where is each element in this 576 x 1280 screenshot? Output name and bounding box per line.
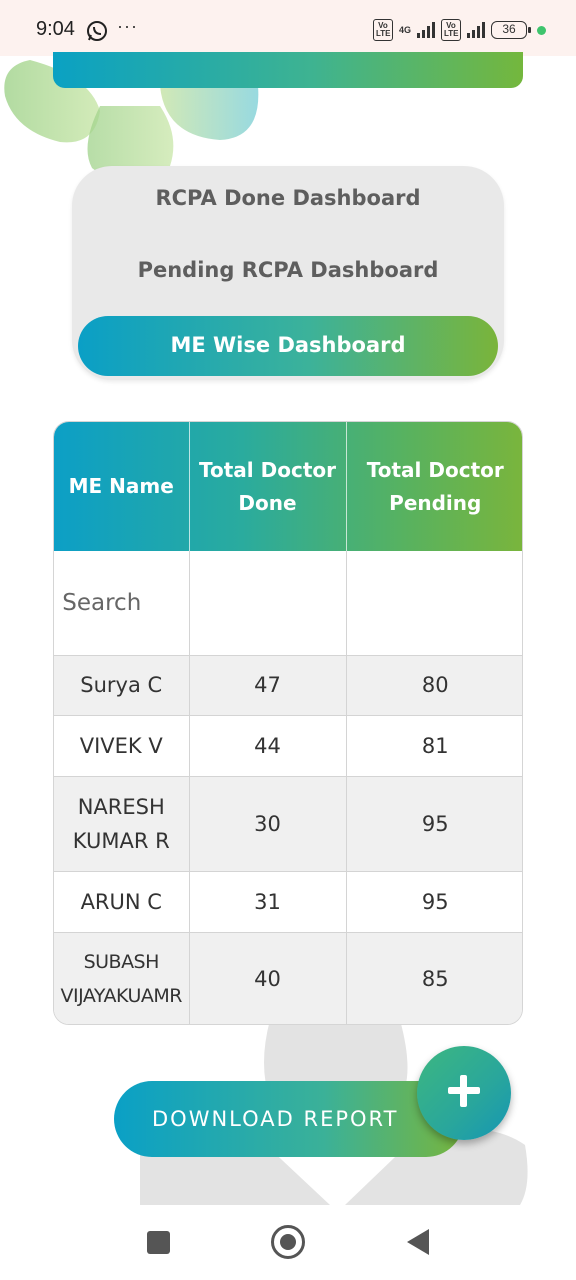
cell-name: NARESH KUMAR R [54,776,190,872]
signal-4g-icon [417,22,435,38]
recents-icon[interactable] [147,1231,170,1254]
cell-name: VIVEK V [54,715,190,777]
table-row[interactable]: Surya C 47 80 [54,655,522,716]
cell-pending: 81 [346,715,522,777]
cell-pending: 85 [346,932,522,1024]
cell-name: ARUN C [54,871,190,933]
volte-icon: Vo LTE [372,19,393,41]
back-icon[interactable] [407,1229,429,1255]
header-total-doctor-done[interactable]: Total Doctor Done [189,422,347,551]
cell-done: 44 [189,715,347,777]
table-row[interactable]: NARESH KUMAR R 30 95 [54,776,522,872]
more-dots-icon: ··· [117,16,138,36]
network-type-label: 4G [398,25,411,35]
home-icon[interactable] [271,1225,305,1259]
search-cell [54,551,190,656]
download-report-button[interactable]: DOWNLOAD REPORT [114,1081,464,1157]
status-bar: 9:04 ··· Vo LTE 4G Vo LTE 36 [0,0,576,56]
dashboard-menu: RCPA Done Dashboard Pending RCPA Dashboa… [72,166,504,380]
table-row[interactable]: ARUN C 31 95 [54,871,522,933]
search-input[interactable] [62,589,187,616]
menu-item-me-wise[interactable]: ME Wise Dashboard [78,316,498,376]
cell-pending: 95 [346,871,522,933]
table-row[interactable]: SUBASH VIJAYAKUAMR 40 85 [54,932,522,1024]
cell-done: 40 [189,932,347,1024]
status-icons: Vo LTE 4G Vo LTE 36 [372,19,546,41]
empty-cell [189,551,347,656]
plus-icon [448,1075,480,1107]
system-nav-bar [0,1206,576,1280]
whatsapp-icon [87,21,107,41]
signal-icon [467,22,485,38]
header-bar [53,52,523,88]
status-time: 9:04 [36,18,75,40]
empty-cell [346,551,522,656]
cell-pending: 95 [346,776,522,872]
cell-name: Surya C [54,655,190,716]
volte-icon: Vo LTE [441,19,461,41]
privacy-indicator-dot [537,25,546,35]
cell-done: 47 [189,655,347,716]
header-me-name[interactable]: ME Name [54,422,190,551]
cell-done: 30 [189,776,347,872]
table-row[interactable]: VIVEK V 44 81 [54,715,522,777]
menu-item-pending-rcpa[interactable]: Pending RCPA Dashboard [72,258,504,282]
cell-pending: 80 [346,655,522,716]
me-wise-table: ME Name Total Doctor Done Total Doctor P… [53,421,523,1025]
cell-done: 31 [189,871,347,933]
add-fab-button[interactable] [417,1046,511,1140]
cell-name: SUBASH VIJAYAKUAMR [54,932,190,1024]
menu-item-rcpa-done[interactable]: RCPA Done Dashboard [72,186,504,210]
battery-icon: 36 [491,21,531,39]
search-row [54,551,522,656]
table-header-row: ME Name Total Doctor Done Total Doctor P… [54,422,522,551]
header-total-doctor-pending[interactable]: Total Doctor Pending [346,422,522,551]
